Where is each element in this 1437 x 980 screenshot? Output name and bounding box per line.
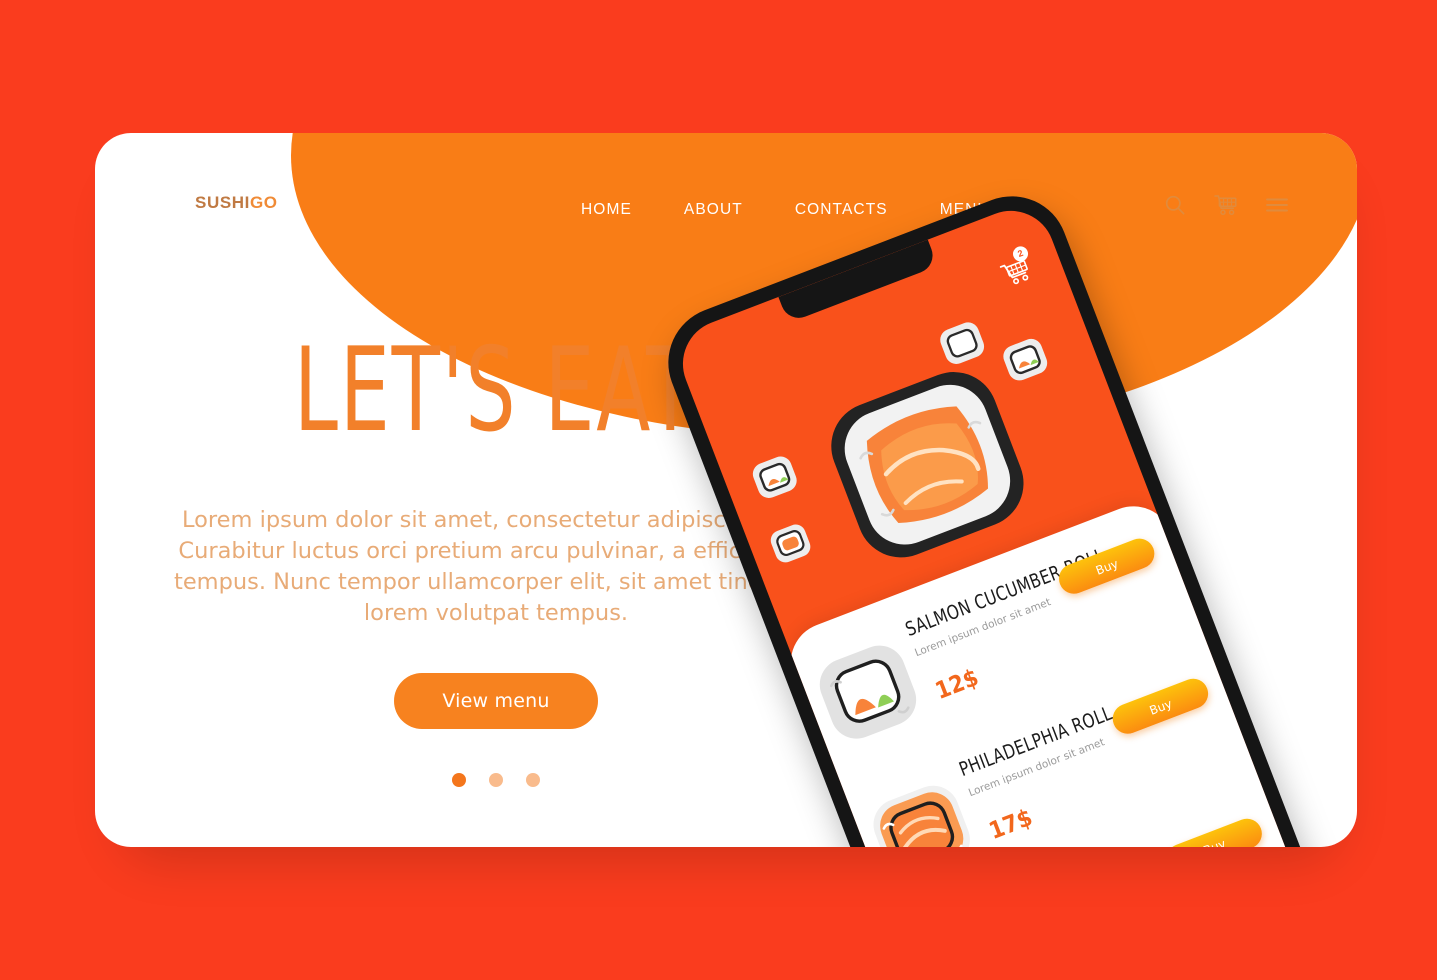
mini-sushi-right-mid: [995, 331, 1057, 394]
view-menu-button[interactable]: View menu: [394, 673, 598, 730]
buy-button[interactable]: Buy: [1162, 814, 1267, 847]
phone-cart-icon[interactable]: 2: [997, 244, 1037, 296]
landing-page-stage: SUSHIGO HOME ABOUT CONTACTS MENU: [0, 0, 1437, 980]
hero-description: Lorem ipsum dolor sit amet, consectetur …: [174, 507, 818, 627]
salmon-cucumber-roll-thumbnail: [806, 631, 930, 755]
carousel-dot-2[interactable]: [489, 773, 503, 788]
mini-sushi-left-top: [744, 448, 806, 511]
cart-icon[interactable]: [1213, 193, 1239, 217]
mini-sushi-left-bottom: [764, 518, 819, 575]
site-header: SUSHIGO HOME ABOUT CONTACTS MENU: [95, 133, 1357, 293]
logo[interactable]: SUSHIGO: [195, 193, 278, 213]
search-icon[interactable]: [1163, 193, 1187, 217]
buy-button[interactable]: Buy: [1054, 534, 1159, 599]
hero-card: SUSHIGO HOME ABOUT CONTACTS MENU: [95, 133, 1357, 847]
nav-item-home[interactable]: HOME: [555, 195, 658, 225]
carousel-dots: [95, 773, 875, 788]
logo-bold-text: SUSHI: [195, 193, 250, 212]
hamburger-menu-icon[interactable]: [1265, 196, 1289, 214]
menu-item-price: 12$: [931, 663, 983, 705]
logo-light-text: GO: [249, 193, 278, 212]
carousel-dot-1[interactable]: [452, 773, 466, 788]
nav-item-about[interactable]: ABOUT: [658, 195, 769, 225]
buy-button[interactable]: Buy: [1108, 674, 1213, 739]
nav-item-contacts[interactable]: CONTACTS: [769, 195, 914, 225]
header-icon-group: [1163, 193, 1289, 217]
carousel-dot-3[interactable]: [526, 773, 540, 788]
philadelphia-roll-thumbnail: [860, 771, 984, 847]
menu-item-price: 17$: [985, 803, 1036, 845]
cta-container: View menu: [95, 673, 875, 730]
